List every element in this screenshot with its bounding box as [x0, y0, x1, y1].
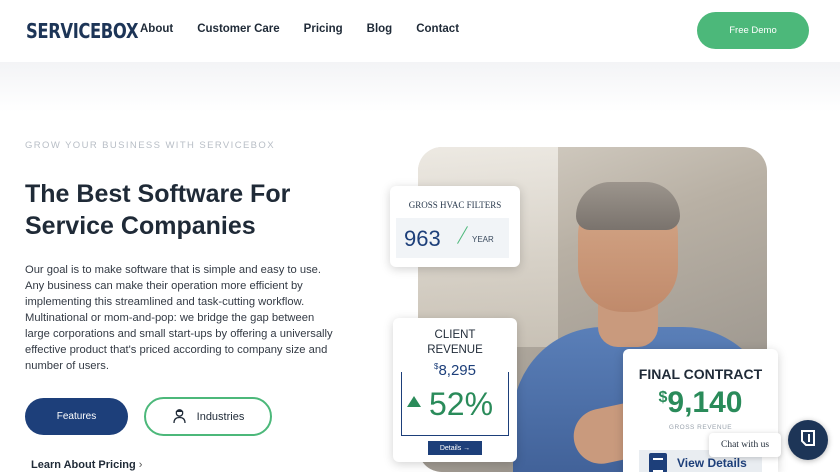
- hero-headline: The Best Software For Service Companies: [25, 178, 345, 242]
- main-nav: About Customer Care Pricing Blog Contact: [140, 23, 459, 35]
- hvac-card-title: GROSS HVAC FILTERS: [408, 200, 502, 210]
- photo-person-hair: [576, 182, 680, 230]
- client-revenue-card: CLIENT REVENUE $8,295 52% Details →: [393, 318, 517, 462]
- header-shadow: [0, 62, 840, 112]
- client-revenue-percent: 52%: [407, 386, 493, 423]
- view-details-label: View Details: [677, 456, 747, 470]
- client-title-line2: REVENUE: [427, 344, 483, 356]
- hero-description: Our goal is to make software that is sim…: [25, 264, 333, 372]
- industries-button[interactable]: Industries: [144, 397, 272, 436]
- worker-icon: [172, 407, 187, 427]
- nav-pricing[interactable]: Pricing: [304, 23, 343, 35]
- client-percent-value: 52%: [429, 386, 494, 422]
- final-contract-subtitle: GROSS REVENUE: [668, 424, 733, 431]
- client-title-line1: CLIENT: [434, 329, 476, 341]
- up-triangle-icon: [407, 396, 421, 407]
- features-button[interactable]: Features: [25, 398, 128, 435]
- client-revenue-amount: $8,295: [393, 362, 517, 379]
- hvac-filters-card: GROSS HVAC FILTERS 963 YEAR: [390, 186, 520, 267]
- learn-pricing-link[interactable]: Learn About Pricing ›: [31, 459, 142, 471]
- final-contract-title: FINAL CONTRACT: [638, 366, 763, 382]
- hero-headline-line2: Service Companies: [25, 212, 256, 240]
- hero-eyebrow: GROW YOUR BUSINESS WITH SERVICEBOX: [25, 140, 275, 151]
- final-contract-amount: $9,140: [623, 386, 778, 420]
- nav-blog[interactable]: Blog: [367, 23, 393, 35]
- client-revenue-title: CLIENT REVENUE: [393, 328, 517, 358]
- nav-customer-care[interactable]: Customer Care: [197, 23, 279, 35]
- chat-icon: [799, 429, 817, 452]
- servicebox-logo[interactable]: SERVICEBOX: [26, 19, 138, 43]
- final-amount-value: 9,140: [667, 386, 743, 419]
- nav-contact[interactable]: Contact: [416, 23, 459, 35]
- hvac-value: 963: [404, 226, 441, 251]
- chat-label[interactable]: Chat with us: [709, 433, 781, 457]
- document-icon: [649, 453, 667, 472]
- nav-about[interactable]: About: [140, 23, 173, 35]
- hvac-divider: [457, 226, 468, 244]
- site-header: SERVICEBOX About Customer Care Pricing B…: [0, 0, 840, 62]
- free-demo-button[interactable]: Free Demo: [697, 12, 809, 49]
- hvac-value-box: 963 YEAR: [396, 218, 509, 258]
- client-amount-value: 8,295: [438, 362, 476, 379]
- client-details-button[interactable]: Details →: [428, 441, 482, 455]
- industries-label: Industries: [196, 410, 245, 423]
- hero-headline-line1: The Best Software For: [25, 180, 291, 208]
- chat-button[interactable]: [788, 420, 828, 460]
- chevron-right-icon: ›: [138, 459, 143, 471]
- hvac-unit: YEAR: [472, 235, 494, 244]
- learn-pricing-label: Learn About Pricing: [31, 459, 136, 471]
